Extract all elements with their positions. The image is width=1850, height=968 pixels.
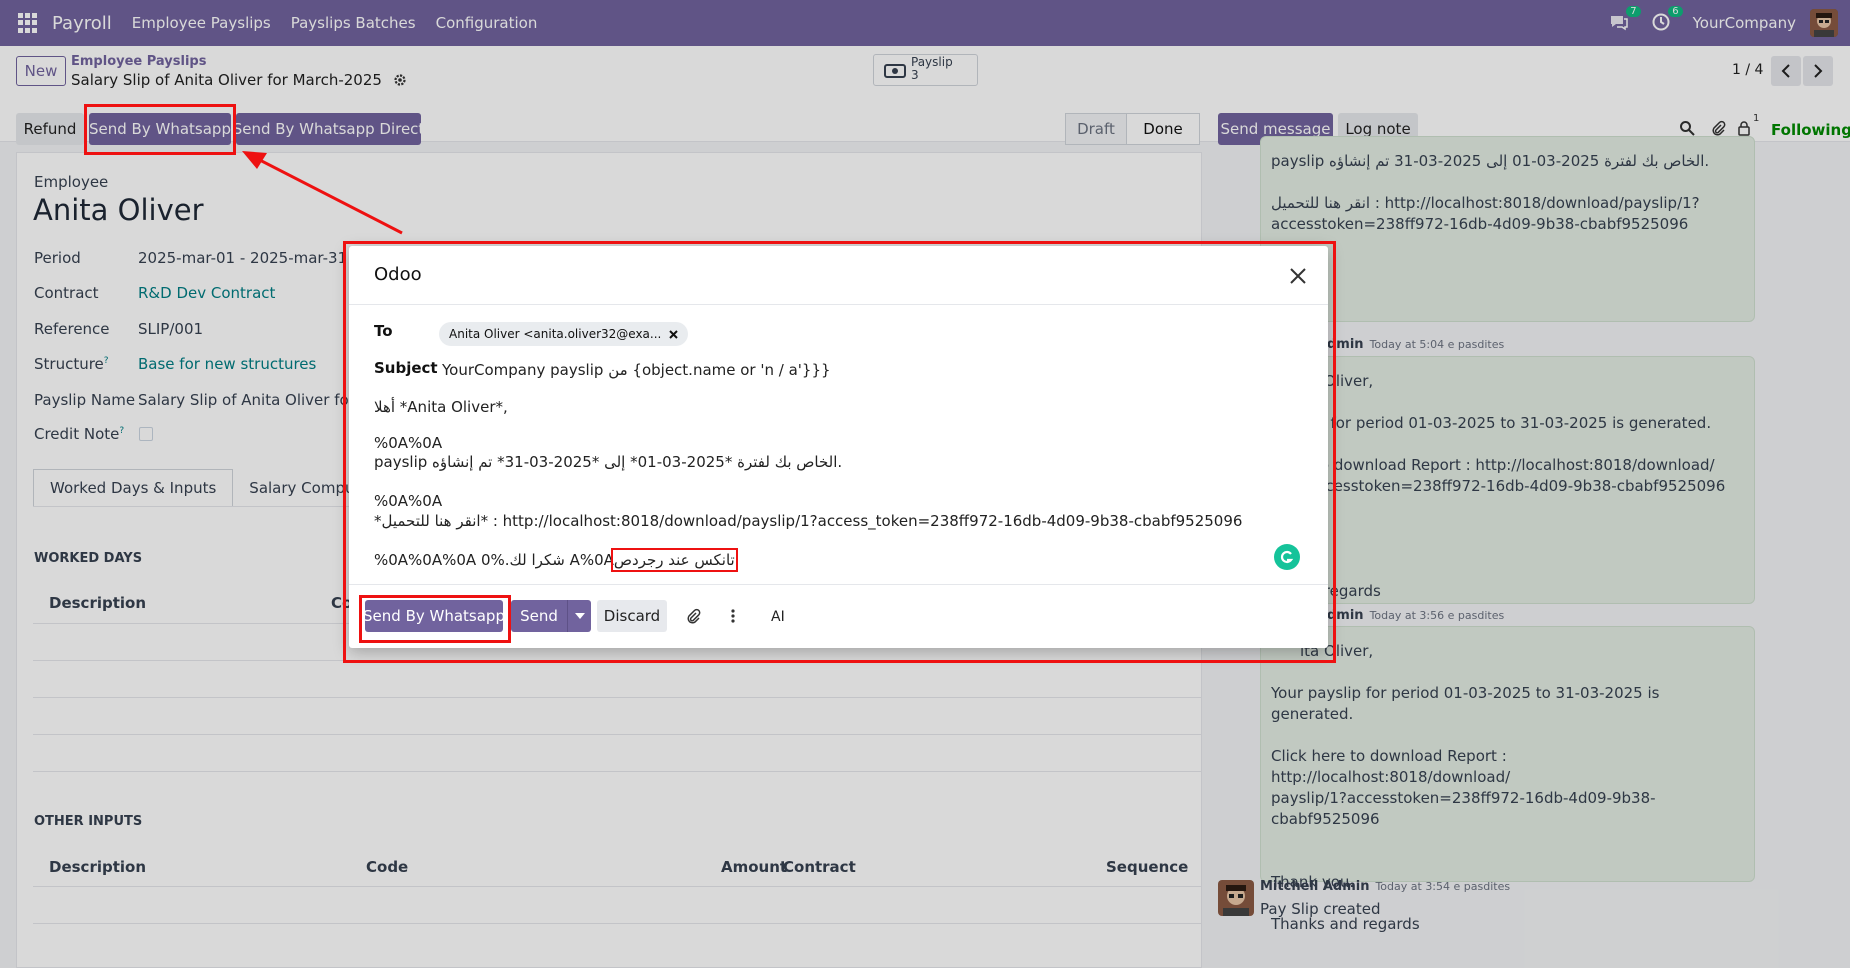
annotation-box-header-whatsapp [84,104,236,155]
annotation-arrow [242,151,403,235]
annotation-box-dialog-whatsapp [359,595,511,643]
